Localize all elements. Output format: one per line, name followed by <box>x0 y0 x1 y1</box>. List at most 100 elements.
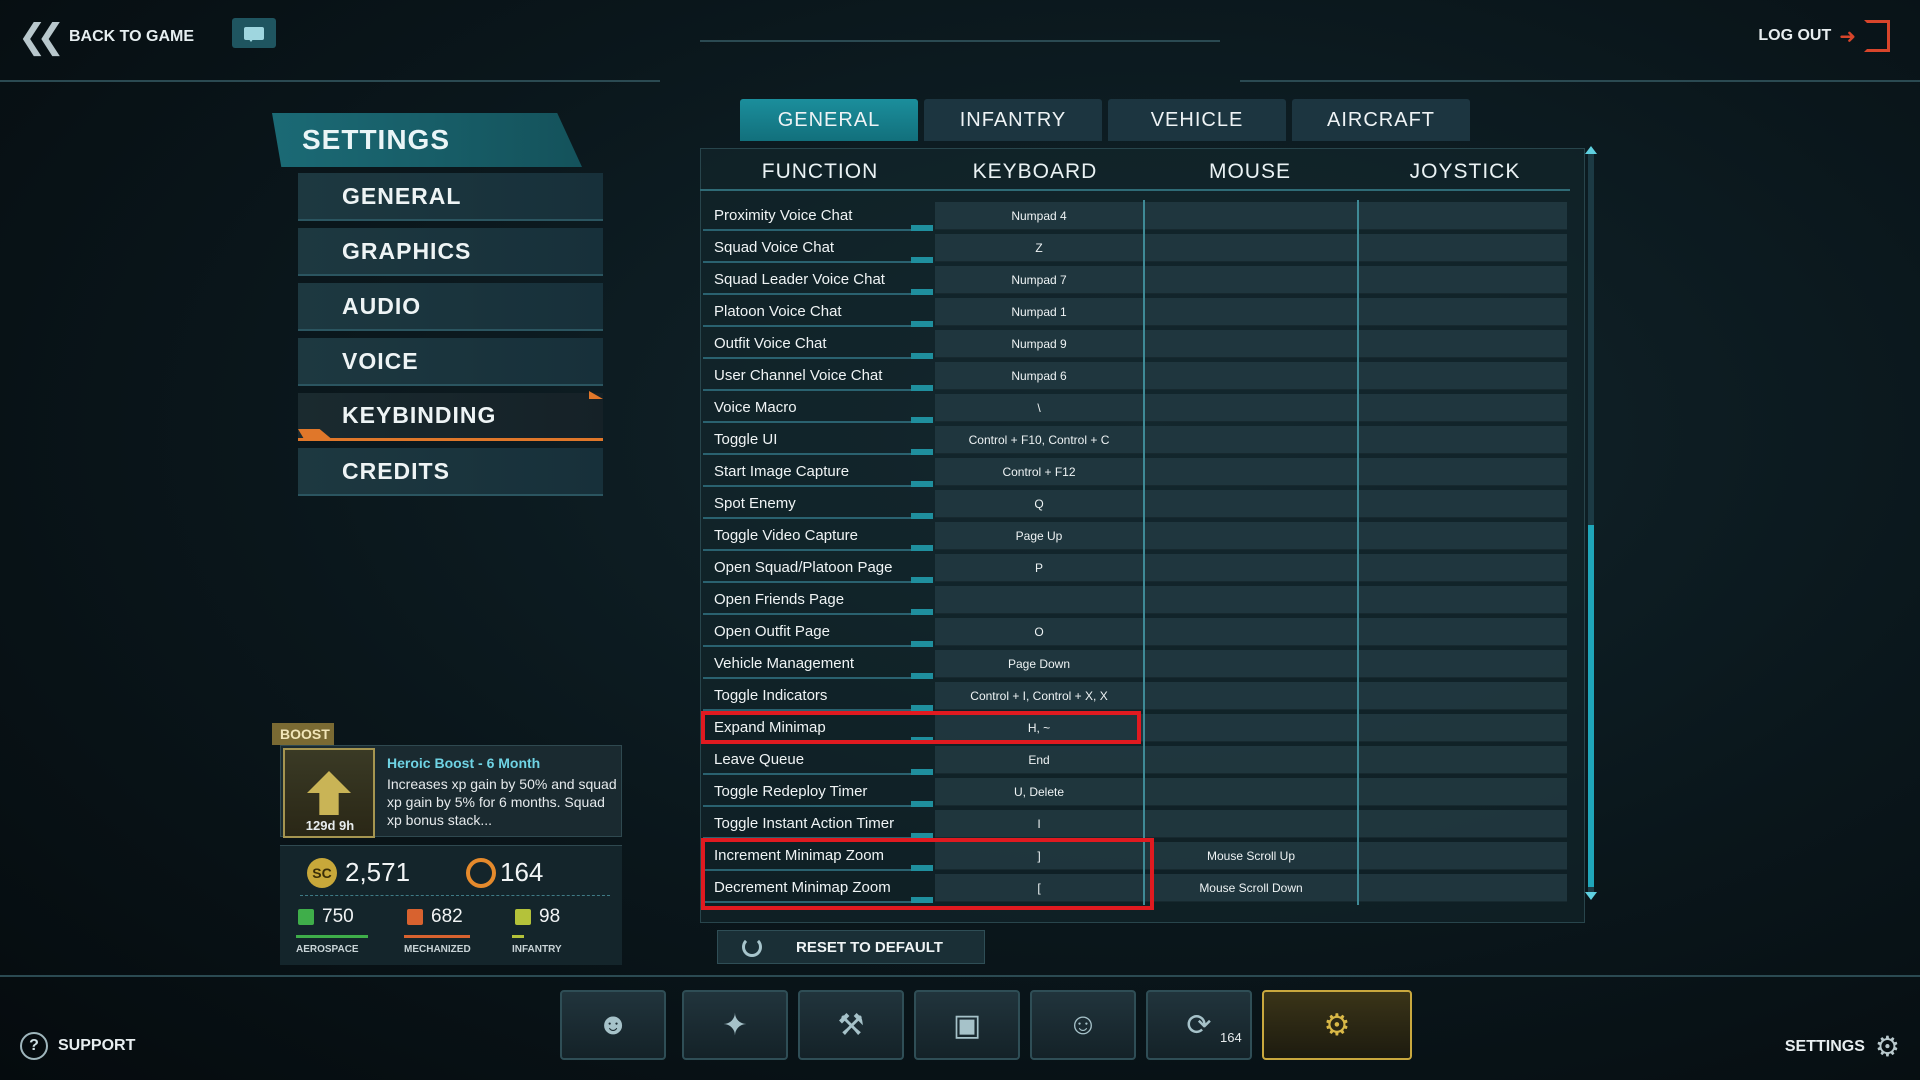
mouse-binding-cell[interactable] <box>1145 394 1357 422</box>
scrollbar-thumb[interactable] <box>1588 525 1594 887</box>
nav-cert-count: 164 <box>1220 1030 1242 1045</box>
mouse-binding-cell[interactable]: Mouse Scroll Down <box>1145 874 1357 902</box>
keyboard-binding-cell[interactable]: Control + F10, Control + C <box>935 426 1143 454</box>
mouse-binding-cell[interactable] <box>1145 202 1357 230</box>
sidebar-item-label: AUDIO <box>342 292 422 319</box>
mouse-binding-cell[interactable] <box>1145 490 1357 518</box>
nav-vehicle-button[interactable]: ▣ <box>914 990 1020 1060</box>
sidebar-item-label: CREDITS <box>342 457 450 484</box>
column-header-function: FUNCTION <box>761 160 879 183</box>
joystick-binding-cell[interactable] <box>1359 554 1567 582</box>
top-frame-line <box>0 80 660 82</box>
nav-certs-button[interactable]: ⟳ <box>1146 990 1252 1060</box>
keyboard-binding-cell[interactable]: Numpad 4 <box>935 202 1143 230</box>
keyboard-binding-cell[interactable]: I <box>935 810 1143 838</box>
joystick-binding-cell[interactable] <box>1359 458 1567 486</box>
mouse-binding-cell[interactable] <box>1145 618 1357 646</box>
mouse-binding-cell[interactable] <box>1145 810 1357 838</box>
sidebar-item-general[interactable]: GENERAL <box>298 173 603 221</box>
tab-vehicle[interactable]: VEHICLE <box>1108 99 1286 141</box>
joystick-binding-cell[interactable] <box>1359 266 1567 294</box>
tab-general[interactable]: GENERAL <box>740 99 918 141</box>
mouse-binding-cell[interactable] <box>1145 586 1357 614</box>
tab-infantry[interactable]: INFANTRY <box>924 99 1102 141</box>
keyboard-binding-cell[interactable]: Numpad 1 <box>935 298 1143 326</box>
mouse-binding-cell[interactable] <box>1145 650 1357 678</box>
joystick-binding-cell[interactable] <box>1359 778 1567 806</box>
keyboard-binding-cell[interactable]: Q <box>935 490 1143 518</box>
mouse-binding-cell[interactable] <box>1145 330 1357 358</box>
mouse-binding-cell[interactable] <box>1145 458 1357 486</box>
logout-button[interactable]: LOG OUT ➜ <box>1758 20 1890 52</box>
nav-squad-button[interactable]: ☺ <box>1030 990 1136 1060</box>
tab-aircraft[interactable]: AIRCRAFT <box>1292 99 1470 141</box>
sidebar-item-label: GENERAL <box>342 182 462 209</box>
sidebar-item-graphics[interactable]: GRAPHICS <box>298 228 603 276</box>
settings-button[interactable]: SETTINGS ⚙ <box>1785 1033 1900 1061</box>
sidebar-item-keybinding[interactable]: KEYBINDING <box>298 393 603 441</box>
joystick-binding-cell[interactable] <box>1359 586 1567 614</box>
resource-label: AEROSPACE <box>296 944 359 955</box>
reset-to-default-button[interactable]: RESET TO DEFAULT <box>717 930 985 964</box>
keyboard-binding-cell[interactable]: Control + I, Control + X, X <box>935 682 1143 710</box>
joystick-binding-cell[interactable] <box>1359 234 1567 262</box>
sidebar-item-credits[interactable]: CREDITS <box>298 448 603 496</box>
mouse-binding-cell[interactable] <box>1145 298 1357 326</box>
joystick-binding-cell[interactable] <box>1359 714 1567 742</box>
mouse-binding-cell[interactable] <box>1145 746 1357 774</box>
sidebar-item-audio[interactable]: AUDIO <box>298 283 603 331</box>
joystick-binding-cell[interactable] <box>1359 618 1567 646</box>
help-icon: ? <box>20 1032 48 1060</box>
joystick-binding-cell[interactable] <box>1359 810 1567 838</box>
joystick-binding-cell[interactable] <box>1359 874 1567 902</box>
keyboard-binding-cell[interactable]: Numpad 6 <box>935 362 1143 390</box>
vehicle-icon: ▣ <box>952 1008 982 1042</box>
keyboard-binding-cell[interactable]: U, Delete <box>935 778 1143 806</box>
joystick-binding-cell[interactable] <box>1359 490 1567 518</box>
mouse-binding-cell[interactable] <box>1145 554 1357 582</box>
joystick-binding-cell[interactable] <box>1359 842 1567 870</box>
joystick-binding-cell[interactable] <box>1359 362 1567 390</box>
mouse-binding-cell[interactable] <box>1145 714 1357 742</box>
keyboard-binding-cell[interactable]: Page Up <box>935 522 1143 550</box>
joystick-binding-cell[interactable] <box>1359 522 1567 550</box>
keyboard-binding-cell[interactable]: P <box>935 554 1143 582</box>
mouse-binding-cell[interactable] <box>1145 682 1357 710</box>
joystick-binding-cell[interactable] <box>1359 650 1567 678</box>
keyboard-binding-cell[interactable]: Numpad 7 <box>935 266 1143 294</box>
keyboard-binding-cell[interactable]: End <box>935 746 1143 774</box>
mouse-binding-cell[interactable]: Mouse Scroll Up <box>1145 842 1357 870</box>
scroll-up-icon[interactable] <box>1585 146 1597 154</box>
joystick-binding-cell[interactable] <box>1359 682 1567 710</box>
keyboard-binding-cell[interactable]: Numpad 9 <box>935 330 1143 358</box>
keyboard-binding-cell[interactable]: Z <box>935 234 1143 262</box>
joystick-binding-cell[interactable] <box>1359 298 1567 326</box>
mouse-binding-cell[interactable] <box>1145 426 1357 454</box>
mouse-binding-cell[interactable] <box>1145 234 1357 262</box>
nav-map-button[interactable]: ✦ <box>682 990 788 1060</box>
sidebar-item-voice[interactable]: VOICE <box>298 338 603 386</box>
support-button[interactable]: ? SUPPORT <box>20 1032 135 1060</box>
column-divider <box>1143 200 1145 905</box>
keyboard-binding-cell[interactable]: Control + F12 <box>935 458 1143 486</box>
mouse-binding-cell[interactable] <box>1145 362 1357 390</box>
back-to-game-button[interactable]: ❮❮ BACK TO GAME <box>18 20 194 54</box>
nav-character-button[interactable]: ☻ <box>560 990 666 1060</box>
nav-settings-button[interactable]: ⚙ <box>1262 990 1412 1060</box>
nav-weapon-button[interactable]: ⚒ <box>798 990 904 1060</box>
joystick-binding-cell[interactable] <box>1359 426 1567 454</box>
mouse-binding-cell[interactable] <box>1145 522 1357 550</box>
joystick-binding-cell[interactable] <box>1359 202 1567 230</box>
joystick-binding-cell[interactable] <box>1359 330 1567 358</box>
mouse-binding-cell[interactable] <box>1145 266 1357 294</box>
scroll-down-icon[interactable] <box>1585 892 1597 900</box>
joystick-binding-cell[interactable] <box>1359 746 1567 774</box>
mouse-binding-cell[interactable] <box>1145 778 1357 806</box>
chat-button[interactable] <box>232 18 276 48</box>
keyboard-binding-cell[interactable]: O <box>935 618 1143 646</box>
keyboard-binding-cell[interactable] <box>935 586 1143 614</box>
keyboard-binding-cell[interactable]: Page Down <box>935 650 1143 678</box>
keyboard-binding-cell[interactable]: \ <box>935 394 1143 422</box>
aerospace-icon <box>298 909 314 925</box>
joystick-binding-cell[interactable] <box>1359 394 1567 422</box>
